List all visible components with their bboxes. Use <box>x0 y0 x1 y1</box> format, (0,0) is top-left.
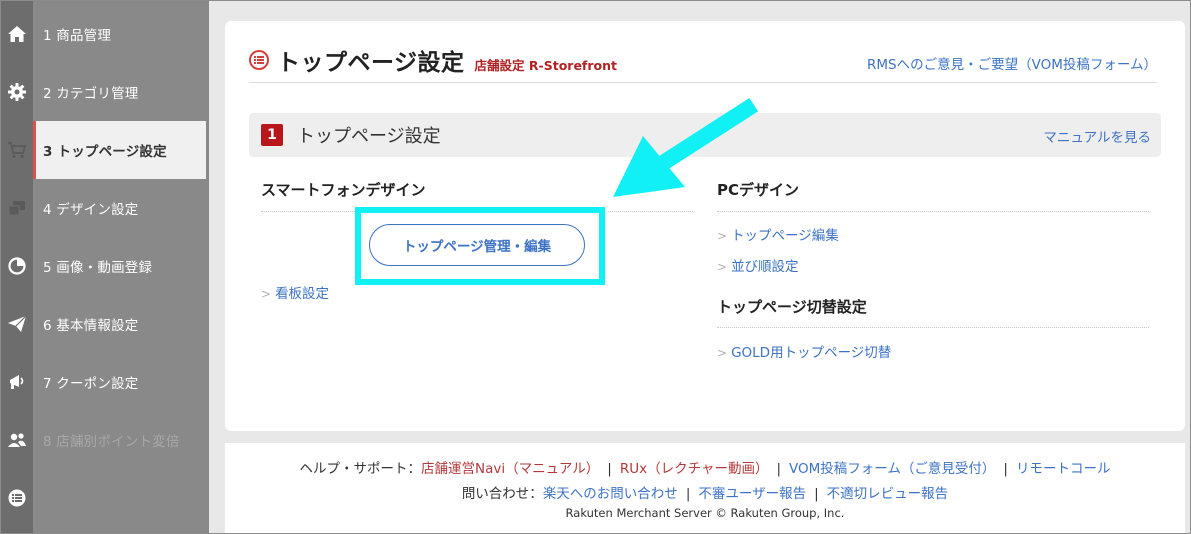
list-menu-icon <box>1 469 33 527</box>
help-support-line: ヘルプ・サポート：店舗運営Navi（マニュアル） | RUx（レクチャー動画） | VO… <box>299 461 1111 477</box>
sidebar-item-label: 6 基本情報設定 <box>43 318 139 334</box>
link-label: 並び順設定 <box>731 259 799 275</box>
sidebar-item-label: 7 クーポン設定 <box>43 376 139 392</box>
list-circle-icon <box>249 50 269 70</box>
contact-line: 問い合わせ：楽天へのお問い合わせ | 不審ユーザー報告 | 不適切レビュー報告 <box>461 486 949 502</box>
remote-call-link[interactable]: リモートコール <box>1016 461 1111 477</box>
sidebar-item-design-settings[interactable]: 4 デザイン設定 <box>1 179 209 237</box>
link-label: トップページ編集 <box>731 228 839 244</box>
rakuten-contact-link[interactable]: 楽天へのお問い合わせ <box>543 486 678 502</box>
sidebar-item-product-management[interactable]: 1 商品管理 <box>1 5 209 63</box>
sidebar-item-coupon[interactable]: 7 クーポン設定 <box>1 353 209 411</box>
page-header: トップページ設定 店舗設定 R-Storefront <box>249 43 617 77</box>
sidebar-item-basic-info[interactable]: 6 基本情報設定 <box>1 295 209 353</box>
divider <box>717 327 1149 328</box>
copyright: Rakuten Merchant Server © Rakuten Group,… <box>565 506 845 520</box>
gear-icon <box>1 63 33 121</box>
chevron-right-icon: > <box>717 260 728 274</box>
link-label: 看板設定 <box>275 286 330 302</box>
divider <box>717 211 1149 212</box>
design-icon <box>1 179 33 237</box>
section-header: 1 トップページ設定 マニュアルを見る <box>249 113 1161 157</box>
sidebar-item-label: 2 カテゴリ管理 <box>43 86 139 102</box>
main-card: トップページ設定 店舗設定 R-Storefront RMSへのご意見・ご要望（… <box>225 21 1185 431</box>
top-page-edit-link[interactable]: > トップページ編集 <box>717 224 839 244</box>
home-icon <box>1 5 33 63</box>
section-number-badge: 1 <box>261 124 283 146</box>
store-navi-manual-link[interactable]: 店舗運営Navi（マニュアル） <box>421 461 599 477</box>
sidebar-item-label: 5 画像・動画登録 <box>43 260 153 276</box>
inappropriate-review-report-link[interactable]: 不適切レビュー報告 <box>827 486 949 502</box>
help-label: ヘルプ・サポート： <box>299 461 422 477</box>
app-frame: 1 商品管理 2 カテゴリ管理 3 トップページ設定 4 デザイン設定 5 画像… <box>0 0 1191 534</box>
page-title: トップページ設定 <box>277 50 465 76</box>
pie-chart-icon <box>1 237 33 295</box>
contact-label: 問い合わせ： <box>461 486 543 502</box>
chevron-right-icon: > <box>717 229 728 243</box>
link-label: GOLD用トップページ切替 <box>731 345 892 361</box>
sidebar-item-top-page-settings[interactable]: 3 トップページ設定 <box>1 121 209 179</box>
vom-form-link[interactable]: VOM投稿フォーム（ご意見受付） <box>789 461 995 477</box>
page-subtitle: 店舗設定 R-Storefront <box>474 57 617 73</box>
top-page-manage-edit-button[interactable]: トップページ管理・編集 <box>369 224 585 266</box>
smartphone-design-heading: スマートフォンデザイン <box>261 181 426 199</box>
sidebar-item-label: 3 トップページ設定 <box>43 144 167 160</box>
chevron-right-icon: > <box>261 287 272 301</box>
sidebar-item-image-video[interactable]: 5 画像・動画登録 <box>1 237 209 295</box>
divider <box>249 82 1157 83</box>
top-page-switch-heading: トップページ切替設定 <box>717 298 867 316</box>
sort-order-settings-link[interactable]: > 並び順設定 <box>717 255 799 275</box>
footer: ヘルプ・サポート：店舗運営Navi（マニュアル） | RUx（レクチャー動画） | VO… <box>225 443 1185 533</box>
sidebar-item-store-points[interactable]: 8 店舗別ポイント変倍 <box>1 411 209 469</box>
signboard-settings-link[interactable]: > 看板設定 <box>261 282 329 302</box>
suspicious-user-report-link[interactable]: 不審ユーザー報告 <box>698 486 806 502</box>
section-title: トップページ設定 <box>297 126 441 147</box>
sidebar-item-menu[interactable] <box>1 469 209 527</box>
users-icon <box>1 411 33 469</box>
cart-icon <box>1 121 33 179</box>
sidebar-item-label: 8 店舗別ポイント変倍 <box>43 434 180 450</box>
pc-design-heading: PCデザイン <box>717 181 800 199</box>
sidebar-item-category-management[interactable]: 2 カテゴリ管理 <box>1 63 209 121</box>
sidebar-item-label: 1 商品管理 <box>43 28 112 44</box>
rux-lecture-video-link[interactable]: RUx（レクチャー動画） <box>620 461 769 477</box>
megaphone-icon <box>1 353 33 411</box>
paper-plane-icon <box>1 295 33 353</box>
gold-top-page-switch-link[interactable]: > GOLD用トップページ切替 <box>717 341 891 361</box>
sidebar-item-label: 4 デザイン設定 <box>43 202 139 218</box>
feedback-link[interactable]: RMSへのご意見・ご要望（VOM投稿フォーム） <box>867 53 1157 73</box>
manual-link[interactable]: マニュアルを見る <box>1043 126 1151 146</box>
chevron-right-icon: > <box>717 346 728 360</box>
